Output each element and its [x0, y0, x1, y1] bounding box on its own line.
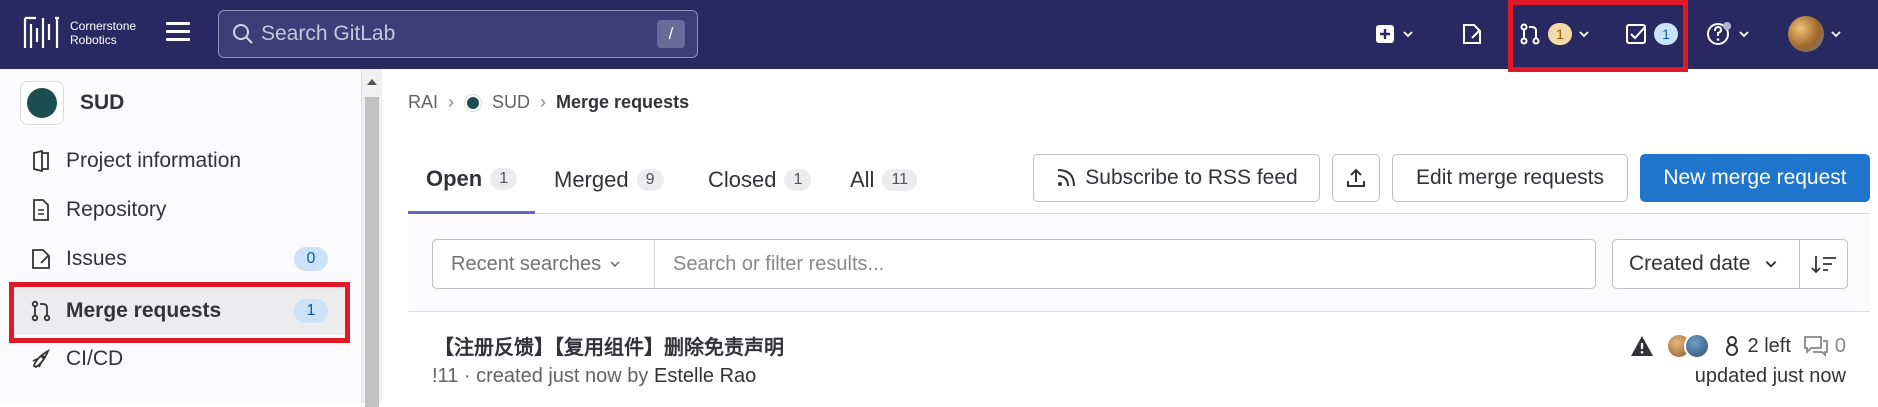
sort-direction-button[interactable]: [1800, 239, 1848, 289]
rss-feed-label: Subscribe to RSS feed: [1085, 166, 1298, 189]
search-input[interactable]: [261, 22, 641, 46]
sidebar-item-label: CI/CD: [66, 347, 124, 370]
brand-name: Cornerstone Robotics: [70, 19, 137, 47]
upload-icon: [1347, 168, 1365, 187]
search-bar[interactable]: /: [218, 10, 698, 58]
filtered-search: Recent searches: [432, 239, 1596, 289]
comments-count-text: 0: [1834, 334, 1846, 357]
sidebar-scrollbar[interactable]: [362, 69, 382, 407]
merge-request-row: 【注册反馈】【复用组件】删除免责声明 !11 · created just no…: [408, 313, 1870, 403]
rocket-icon: [32, 348, 50, 369]
chevron-down-icon: [1831, 31, 1841, 38]
tab-label: Closed: [708, 167, 777, 192]
sort-label: Created date: [1629, 252, 1751, 275]
sidebar: SUD Project information Repository Issue…: [0, 69, 362, 403]
new-merge-request-button[interactable]: New merge request: [1640, 154, 1870, 202]
tab-label: Open: [426, 165, 483, 191]
created-text: · created just now by: [458, 365, 654, 387]
project-name: SUD: [80, 91, 125, 114]
search-icon: [233, 24, 253, 44]
recent-searches-label: Recent searches: [451, 252, 602, 275]
scroll-up-arrow-icon[interactable]: [367, 79, 377, 85]
tab-closed[interactable]: Closed 1: [708, 146, 812, 214]
sidebar-item-label: Issues: [66, 247, 127, 270]
assignee-avatars[interactable]: [1665, 333, 1710, 359]
comment-icon: [1803, 336, 1828, 357]
highlight-box: [1508, 0, 1688, 72]
sort-lowest-icon: [1810, 256, 1836, 274]
warning-icon: [1630, 336, 1653, 356]
chevron-down-icon: [1739, 31, 1749, 38]
issues-shortcut[interactable]: [1460, 18, 1484, 50]
sort-controls: Created date: [1612, 239, 1848, 289]
breadcrumb-separator-icon: ›: [540, 92, 547, 112]
tab-count-badge: 9: [636, 169, 664, 191]
project-avatar: [20, 81, 64, 125]
edit-merge-requests-label: Edit merge requests: [1416, 166, 1604, 189]
tab-label: All: [850, 167, 875, 192]
document-icon: [33, 199, 49, 221]
sidebar-item-label: Repository: [66, 198, 167, 221]
sidebar-item-issues[interactable]: Issues 0: [10, 235, 350, 283]
rss-icon: [1058, 169, 1076, 187]
breadcrumb-project[interactable]: SUD: [492, 92, 530, 113]
project-header[interactable]: SUD: [20, 81, 124, 125]
filter-bar: Recent searches Created date: [408, 215, 1870, 312]
approval-icon: [1725, 336, 1738, 356]
updated-timestamp: updated just now: [1694, 365, 1846, 387]
tab-merged[interactable]: Merged 9: [554, 146, 664, 214]
merge-request-status: 2 left 0: [1630, 333, 1846, 359]
issues-icon: [1463, 24, 1481, 44]
sidebar-item-project-information[interactable]: Project information: [10, 137, 350, 185]
project-avatar-icon: [464, 93, 483, 112]
rss-feed-button[interactable]: Subscribe to RSS feed: [1033, 154, 1320, 202]
new-merge-request-label: New merge request: [1663, 166, 1847, 189]
highlight-box: [9, 282, 350, 343]
filter-search-input[interactable]: [673, 240, 1553, 288]
chevron-down-icon: [1403, 31, 1413, 38]
approvals-status[interactable]: 2 left: [1722, 335, 1791, 358]
tab-all[interactable]: All 11: [850, 146, 918, 214]
sidebar-item-repository[interactable]: Repository: [10, 186, 350, 234]
export-button[interactable]: [1332, 154, 1380, 202]
brand-logo[interactable]: Cornerstone Robotics: [22, 14, 150, 52]
merge-request-meta: !11 · created just now by Estelle Rao: [432, 365, 756, 388]
breadcrumb-root[interactable]: RAI: [408, 92, 438, 113]
comments-count[interactable]: 0: [1803, 335, 1846, 358]
help-button[interactable]: [1706, 18, 1750, 50]
merge-request-title[interactable]: 【注册反馈】【复用组件】删除免责声明: [434, 331, 784, 360]
tab-count-badge: 11: [882, 169, 918, 191]
chevron-down-icon: [1766, 261, 1777, 268]
help-icon: [1707, 22, 1731, 45]
tab-label: Merged: [554, 167, 629, 192]
sidebar-item-label: Project information: [66, 149, 242, 172]
project-icon: [33, 150, 49, 172]
avatar: [1683, 333, 1710, 359]
plus-square-icon: [1376, 25, 1394, 43]
merge-request-ref[interactable]: !11: [432, 365, 458, 387]
create-new-button[interactable]: [1374, 18, 1414, 50]
tab-open[interactable]: Open 1: [408, 146, 536, 214]
breadcrumb-separator-icon: ›: [448, 92, 455, 112]
issues-icon: [32, 249, 50, 269]
edit-merge-requests-button[interactable]: Edit merge requests: [1392, 154, 1628, 202]
sort-dropdown[interactable]: Created date: [1612, 239, 1800, 289]
tab-count-badge: 1: [784, 169, 812, 191]
scrollbar-thumb[interactable]: [365, 97, 379, 407]
logo-icon: [23, 16, 59, 48]
chevron-down-icon: [610, 261, 620, 268]
search-shortcut-key: /: [657, 20, 685, 48]
user-menu[interactable]: [1788, 16, 1842, 52]
avatar: [1788, 16, 1824, 52]
merge-request-author[interactable]: Estelle Rao: [654, 365, 756, 387]
issues-count-badge: 0: [294, 247, 328, 271]
breadcrumb: RAI › SUD › Merge requests: [408, 92, 689, 113]
breadcrumb-current[interactable]: Merge requests: [556, 92, 689, 113]
menu-icon[interactable]: [166, 22, 190, 44]
approvals-left-text: 2 left: [1747, 334, 1791, 357]
recent-searches-dropdown[interactable]: Recent searches: [433, 240, 655, 288]
tab-count-badge: 1: [490, 167, 518, 190]
